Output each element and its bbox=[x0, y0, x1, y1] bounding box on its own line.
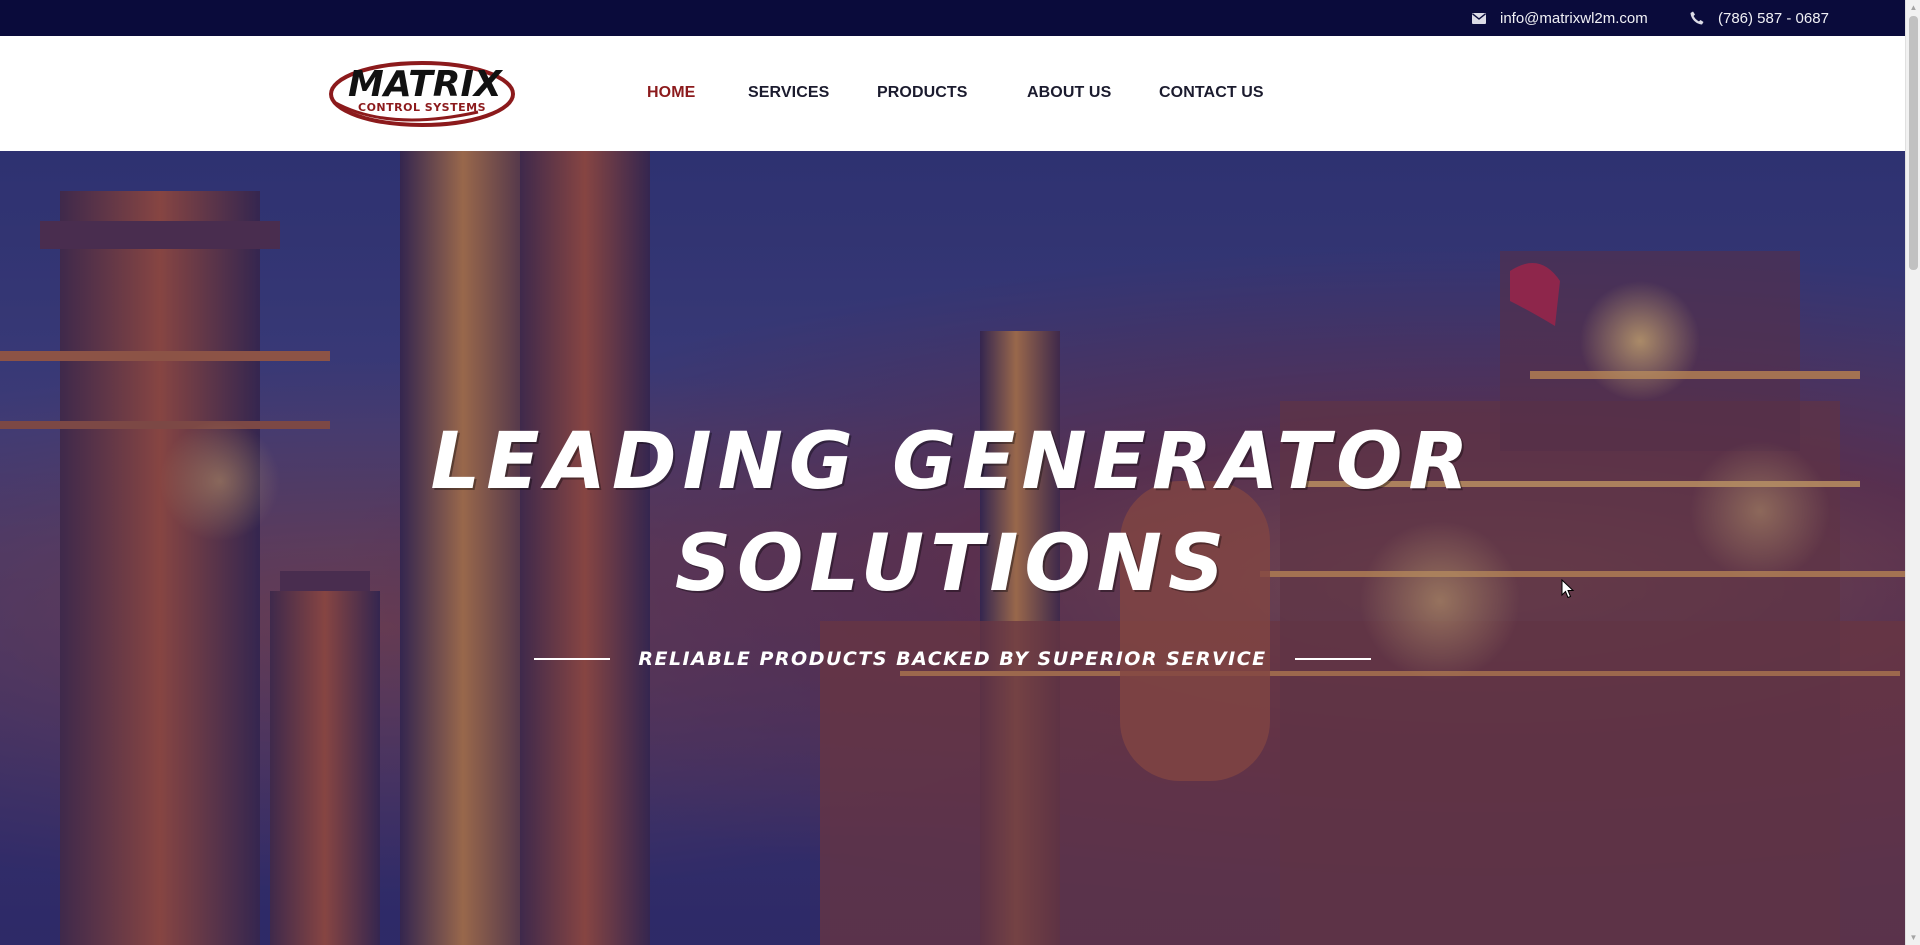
top-contact-bar: info@matrixwl2m.com (786) 587 - 0687 bbox=[0, 0, 1905, 36]
page-scrollbar[interactable]: ▲ ▼ bbox=[1905, 0, 1920, 945]
email-text: info@matrixwl2m.com bbox=[1500, 9, 1648, 27]
phone-text: (786) 587 - 0687 bbox=[1718, 9, 1829, 27]
site-header: MATRIX CONTROL SYSTEMS HOME SERVICES PRO… bbox=[0, 36, 1905, 151]
phone-icon bbox=[1690, 11, 1704, 25]
hero-tagline-row: RELIABLE PRODUCTS BACKED BY SUPERIOR SER… bbox=[0, 634, 1905, 684]
hero-title-line-2: SOLUTIONS bbox=[674, 519, 1231, 609]
hero-title-line-1: LEADING GENERATOR bbox=[430, 417, 1475, 507]
phone-link[interactable]: (786) 587 - 0687 bbox=[1690, 0, 1829, 36]
nav-item-home[interactable]: HOME bbox=[647, 84, 695, 102]
tagline-divider-left bbox=[534, 658, 611, 660]
email-link[interactable]: info@matrixwl2m.com bbox=[1472, 0, 1648, 36]
nav-item-services[interactable]: SERVICES bbox=[748, 84, 829, 102]
scroll-up-icon[interactable]: ▲ bbox=[1906, 0, 1920, 15]
hero-tagline: RELIABLE PRODUCTS BACKED BY SUPERIOR SER… bbox=[638, 648, 1267, 670]
page: info@matrixwl2m.com (786) 587 - 0687 MAT… bbox=[0, 0, 1920, 945]
mouse-cursor-icon bbox=[1561, 578, 1575, 604]
nav-item-contact-us[interactable]: CONTACT US bbox=[1159, 84, 1264, 102]
scrollbar-thumb[interactable] bbox=[1909, 16, 1918, 270]
tagline-divider-right bbox=[1294, 658, 1371, 660]
main-nav: HOME SERVICES PRODUCTS ABOUT US CONTACT … bbox=[0, 36, 1905, 151]
scroll-down-icon[interactable]: ▼ bbox=[1906, 930, 1920, 945]
envelope-icon bbox=[1472, 12, 1486, 24]
nav-item-products[interactable]: PRODUCTS bbox=[877, 84, 968, 102]
hero-banner: LEADING GENERATOR SOLUTIONS RELIABLE PRO… bbox=[0, 151, 1905, 945]
nav-item-about-us[interactable]: ABOUT US bbox=[1027, 84, 1111, 102]
